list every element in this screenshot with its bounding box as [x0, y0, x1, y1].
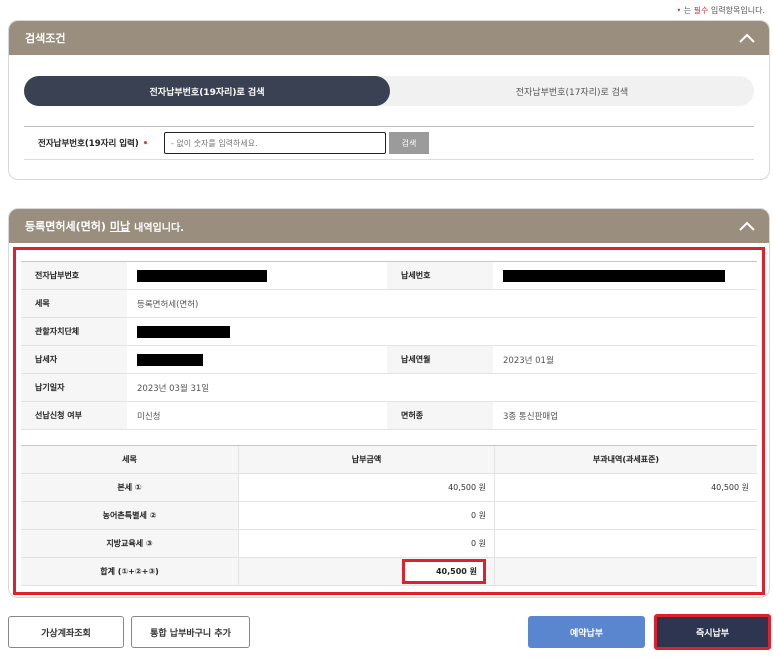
tax-item-cell: 지방교육세 ③	[21, 530, 239, 557]
jurisdiction-value	[127, 318, 757, 345]
column-header: 납부금액	[239, 446, 495, 473]
info-label: 관할자치단체	[21, 318, 127, 345]
result-panel-header[interactable]: 등록면허세(면허) 미납 내역입니다.	[9, 209, 769, 243]
info-label: 선납신청 여부	[21, 402, 127, 429]
total-base-cell	[495, 558, 757, 585]
redacted-block	[503, 269, 725, 282]
info-label: 전자납부번호	[21, 262, 127, 289]
result-panel: 등록면허세(면허) 미납 내역입니다. 전자납부번호 납세번호 세목 등록면허세…	[8, 208, 770, 598]
taxpayer-value	[127, 346, 387, 373]
search-type-toggle: 전자납부번호(19자리)로 검색 전자납부번호(17자리)로 검색	[24, 76, 754, 106]
chevron-up-icon[interactable]	[739, 221, 755, 231]
due-date-value: 2023년 03월 31일	[137, 383, 210, 394]
required-note-suffix: 입력항목입니다.	[708, 6, 765, 15]
chevron-up-icon[interactable]	[739, 33, 755, 43]
info-row: 납세자 납세연월 2023년 01월	[21, 346, 757, 374]
info-row: 선납신청 여부 미신청 면허종 3종 통신판매업	[21, 402, 757, 430]
total-row: 합계 (①+②+③) 40,500 원	[21, 558, 757, 586]
search-panel-header[interactable]: 검색조건	[9, 21, 769, 55]
tax-info-grid: 전자납부번호 납세번호 세목 등록면허세(면허) 관할자치단체 납세자 납세연월…	[21, 261, 757, 430]
tax-item-value: 등록면허세(면허)	[137, 299, 199, 310]
search-panel: 검색조건 전자납부번호(19자리)로 검색 전자납부번호(17자리)로 검색 전…	[8, 20, 770, 180]
required-note: • 는 필수 입력항목입니다.	[676, 5, 765, 16]
info-row: 세목 등록면허세(면허)	[21, 290, 757, 318]
base-cell: 40,500 원	[711, 483, 749, 492]
add-cart-button[interactable]: 통합 납부바구니 추가	[131, 616, 250, 648]
tax-item-cell: 농어촌특별세 ②	[21, 502, 239, 529]
tax-item-cell: 본세 ①	[21, 474, 239, 501]
column-header: 부과내역(과세표준)	[592, 455, 660, 464]
required-note-prefix: 는	[683, 6, 694, 15]
table-row: 지방교육세 ③ 0 원	[21, 530, 757, 558]
search-row: 전자납부번호(19자리 입력)• 검색	[24, 126, 754, 160]
tax-amount-table: 세목 납부금액 부과내역(과세표준) 본세 ① 40,500 원 40,500 …	[21, 445, 757, 586]
virtual-account-button[interactable]: 가상계좌조회	[8, 616, 124, 648]
result-title-status: 미납	[109, 220, 131, 233]
total-label-cell: 합계 (①+②+③)	[21, 558, 239, 585]
total-amount-cell: 40,500 원	[239, 558, 495, 585]
search-panel-title: 검색조건	[25, 32, 66, 45]
required-mark: •	[142, 139, 149, 149]
result-title-prefix: 등록면허세(면허)	[25, 220, 106, 233]
redacted-block	[137, 269, 267, 282]
payment-number-value	[127, 262, 387, 289]
amount-cell: 0 원	[239, 530, 495, 557]
license-type-value: 3종 통신판매업	[503, 411, 559, 422]
tab-19-digit[interactable]: 전자납부번호(19자리)로 검색	[24, 76, 390, 106]
base-cell	[495, 502, 757, 529]
result-title-suffix: 내역입니다.	[134, 222, 184, 234]
table-row: 농어촌특별세 ② 0 원	[21, 502, 757, 530]
table-row: 본세 ① 40,500 원 40,500 원	[21, 474, 757, 502]
info-label: 납세연월	[387, 346, 493, 373]
base-cell	[495, 530, 757, 557]
reserve-pay-button[interactable]: 예약납부	[528, 616, 645, 648]
tax-number-value	[493, 262, 753, 289]
info-row: 전자납부번호 납세번호	[21, 262, 757, 290]
required-dot: •	[676, 6, 682, 15]
result-panel-title: 등록면허세(면허) 미납 내역입니다.	[25, 218, 184, 234]
info-row: 관할자치단체	[21, 318, 757, 346]
info-label: 면허종	[387, 402, 493, 429]
required-note-required: 필수	[693, 6, 709, 15]
amount-cell: 40,500 원	[239, 474, 495, 501]
total-amount: 40,500 원	[402, 559, 486, 584]
tab-17-digit[interactable]: 전자납부번호(17자리)로 검색	[390, 76, 754, 106]
table-header-row: 세목 납부금액 부과내역(과세표준)	[21, 446, 757, 474]
payment-number-label: 전자납부번호(19자리 입력) •	[24, 137, 164, 149]
search-button[interactable]: 검색	[389, 132, 429, 154]
payment-number-input[interactable]	[164, 132, 386, 154]
info-label: 납기일자	[21, 374, 127, 401]
info-row: 납기일자 2023년 03월 31일	[21, 374, 757, 402]
prepay-value: 미신청	[137, 411, 161, 422]
pay-now-button[interactable]: 즉시납부	[654, 614, 771, 650]
redacted-block	[137, 325, 230, 338]
payment-number-label-text: 전자납부번호(19자리 입력)	[38, 139, 139, 149]
redacted-block	[137, 353, 203, 366]
amount-cell: 0 원	[239, 502, 495, 529]
info-label: 납세자	[21, 346, 127, 373]
info-label: 납세번호	[387, 262, 493, 289]
column-header: 세목	[21, 446, 239, 473]
info-label: 세목	[21, 290, 127, 317]
tax-period-value: 2023년 01월	[503, 355, 554, 366]
